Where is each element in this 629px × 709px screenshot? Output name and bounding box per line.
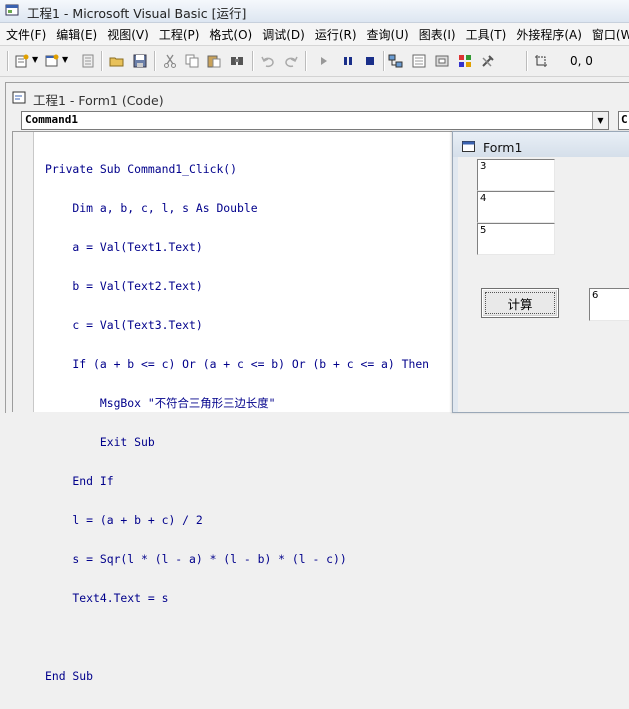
- undo-icon[interactable]: [260, 53, 276, 69]
- code-line[interactable]: End Sub: [45, 670, 429, 683]
- object-dropdown[interactable]: Command1 ▼: [21, 111, 609, 130]
- menu-query[interactable]: 查询(U): [361, 26, 413, 43]
- code-line[interactable]: b = Val(Text2.Text): [45, 280, 429, 293]
- start-icon[interactable]: [316, 53, 332, 69]
- toolbox-icon[interactable]: [480, 53, 496, 69]
- code-line[interactable]: If (a + b <= c) Or (a + c <= b) Or (b + …: [45, 358, 429, 371]
- menu-format[interactable]: 格式(O): [203, 26, 256, 43]
- toolbar-separator: [305, 51, 307, 71]
- cut-icon[interactable]: [162, 53, 178, 69]
- form1-client-area: 3 4 5 计算 6: [458, 157, 629, 412]
- toolbar-grip: [7, 51, 9, 71]
- menu-file[interactable]: 文件(F): [0, 26, 50, 43]
- window-title: 工程1 - Microsoft Visual Basic [运行]: [27, 6, 247, 21]
- form1-title: Form1: [483, 140, 523, 155]
- menu-edit[interactable]: 编辑(E): [50, 26, 101, 43]
- code-line[interactable]: s = Sqr(l * (l - a) * (l - b) * (l - c)): [45, 553, 429, 566]
- code-line[interactable]: Exit Sub: [45, 436, 429, 449]
- text3-input[interactable]: 5: [477, 223, 555, 255]
- add-form-icon[interactable]: [44, 53, 60, 69]
- copy-icon[interactable]: [184, 53, 200, 69]
- add-project-icon[interactable]: [14, 53, 30, 69]
- chevron-down-icon: ▼: [597, 116, 604, 125]
- form1-title-bar[interactable]: Form1: [453, 132, 629, 157]
- object-browser-icon[interactable]: [457, 53, 473, 69]
- text1-value: 3: [480, 161, 487, 172]
- code-line[interactable]: Private Sub Command1_Click(): [45, 163, 429, 176]
- menu-addins[interactable]: 外接程序(A): [510, 26, 586, 43]
- stop-icon[interactable]: [362, 53, 378, 69]
- vb-app-icon: [5, 4, 19, 16]
- code-line[interactable]: [45, 631, 429, 644]
- procedure-dropdown-value: C: [621, 113, 628, 126]
- procedure-dropdown[interactable]: C: [618, 111, 629, 130]
- text4-value: 6: [592, 290, 599, 301]
- menu-editor-icon[interactable]: [80, 53, 96, 69]
- standard-toolbar: ▼ ▼ 0, 0: [0, 46, 629, 77]
- code-text[interactable]: Private Sub Command1_Click() Dim a, b, c…: [45, 137, 429, 709]
- find-icon[interactable]: [229, 53, 245, 69]
- menu-bar: 文件(F) 编辑(E) 视图(V) 工程(P) 格式(O) 调试(D) 运行(R…: [0, 23, 629, 46]
- toolbar-separator: [154, 51, 156, 71]
- menu-view[interactable]: 视图(V): [101, 26, 153, 43]
- toolbar-separator: [526, 51, 528, 71]
- redo-icon[interactable]: [283, 53, 299, 69]
- toolbar-separator: [101, 51, 103, 71]
- code-margin[interactable]: [13, 132, 34, 412]
- code-line[interactable]: Dim a, b, c, l, s As Double: [45, 202, 429, 215]
- code-editor[interactable]: Private Sub Command1_Click() Dim a, b, c…: [12, 131, 458, 683]
- code-line[interactable]: Text4.Text = s: [45, 592, 429, 605]
- chevron-down-icon[interactable]: ▼: [62, 55, 68, 64]
- text2-value: 4: [480, 193, 487, 204]
- menu-tools[interactable]: 工具(T): [460, 26, 511, 43]
- properties-icon[interactable]: [411, 53, 427, 69]
- code-line[interactable]: l = (a + b + c) / 2: [45, 514, 429, 527]
- text2-input[interactable]: 4: [477, 191, 555, 223]
- text3-value: 5: [480, 225, 487, 236]
- toolbar-separator: [252, 51, 254, 71]
- menu-diagram[interactable]: 图表(I): [413, 26, 460, 43]
- code-line[interactable]: a = Val(Text1.Text): [45, 241, 429, 254]
- open-icon[interactable]: [109, 53, 125, 69]
- object-dropdown-button[interactable]: ▼: [592, 112, 608, 129]
- form-icon: [462, 141, 475, 152]
- menu-window[interactable]: 窗口(W): [586, 26, 629, 43]
- menu-project[interactable]: 工程(P): [153, 26, 204, 43]
- menu-debug[interactable]: 调试(D): [256, 26, 309, 43]
- object-dropdown-value: Command1: [25, 113, 78, 126]
- save-icon[interactable]: [132, 53, 148, 69]
- code-line[interactable]: MsgBox "不符合三角形三边长度": [45, 397, 429, 410]
- form1-window: Form1 3 4 5 计算 6: [452, 131, 629, 413]
- pause-icon[interactable]: [340, 53, 356, 69]
- code-line[interactable]: c = Val(Text3.Text): [45, 319, 429, 332]
- toolbar-separator: [383, 51, 385, 71]
- calculate-button[interactable]: 计算: [481, 288, 559, 318]
- position-readout: 0, 0: [570, 54, 593, 68]
- title-bar: 工程1 - Microsoft Visual Basic [运行]: [0, 0, 629, 23]
- code-line[interactable]: End If: [45, 475, 429, 488]
- menu-run[interactable]: 运行(R): [309, 26, 361, 43]
- position-icon: [535, 55, 547, 67]
- text4-input[interactable]: 6: [589, 288, 629, 321]
- form-layout-icon[interactable]: [434, 53, 450, 69]
- project-explorer-icon[interactable]: [388, 53, 404, 69]
- paste-icon[interactable]: [206, 53, 222, 69]
- code-window-title: 工程1 - Form1 (Code): [33, 93, 164, 108]
- chevron-down-icon[interactable]: ▼: [32, 55, 38, 64]
- code-window-icon: [12, 91, 26, 104]
- text1-input[interactable]: 3: [477, 159, 555, 191]
